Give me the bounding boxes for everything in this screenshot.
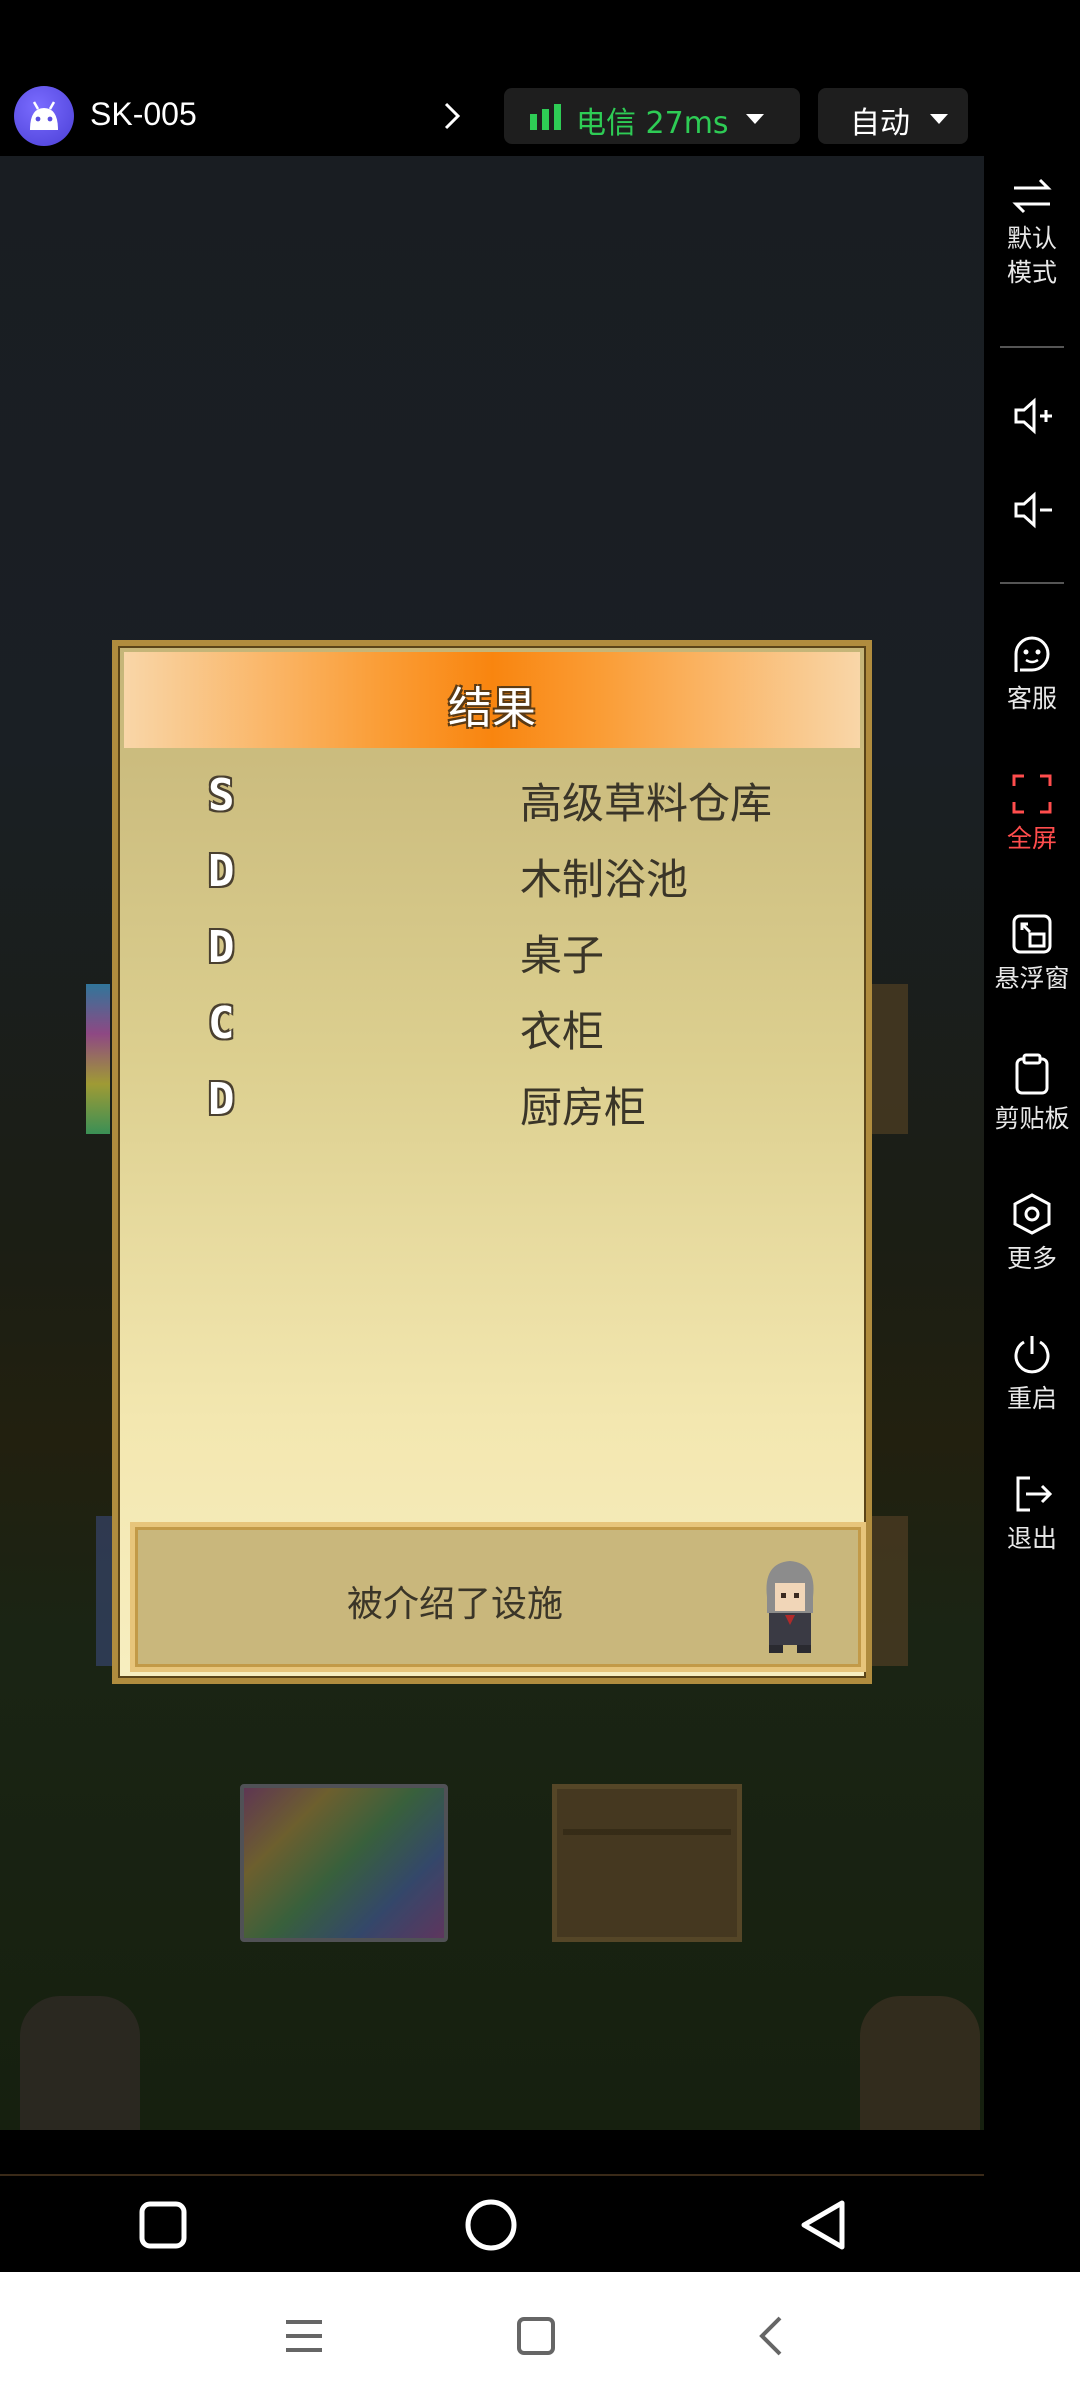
clipboard-button[interactable]: 剪贴板 (984, 1052, 1080, 1136)
result-row: D 木制浴池 (118, 846, 878, 916)
chevron-right-icon[interactable] (438, 98, 466, 134)
menu-lines-icon[interactable] (282, 2316, 326, 2356)
system-navigation-bar (0, 2272, 1080, 2400)
clipboard-label: 剪贴板 (994, 1104, 1070, 1133)
result-row: S 高级草料仓库 (118, 770, 878, 840)
volume-down-button[interactable] (984, 490, 1080, 530)
caret-down-icon (930, 114, 948, 124)
power-icon (1014, 1336, 1050, 1374)
exit-button[interactable]: 退出 (984, 1472, 1080, 1556)
dialog-header: 结果 (124, 652, 860, 748)
default-mode-button[interactable]: 默认 模式 (984, 176, 1080, 290)
grade-label: D (208, 922, 235, 973)
quality-mode-selector[interactable]: 自动 (818, 88, 968, 144)
game-navigation-bar (0, 2176, 984, 2272)
character-right (860, 1996, 980, 2130)
result-row: D 桌子 (118, 922, 878, 992)
character-left (20, 1996, 140, 2130)
fullscreen-label: 全屏 (1006, 824, 1057, 853)
divider (1000, 346, 1064, 348)
swap-arrows-icon (1012, 178, 1052, 214)
floating-window-icon (1012, 914, 1052, 954)
restart-label: 重启 (1006, 1384, 1057, 1413)
caret-down-icon (746, 114, 764, 124)
default-mode-label: 默认 模式 (1006, 224, 1057, 287)
side-decoration (872, 1516, 908, 1666)
network-label: 电信 27ms (576, 106, 729, 141)
floating-window-button[interactable]: 悬浮窗 (984, 912, 1080, 996)
result-row: D 厨房柜 (118, 1074, 878, 1144)
facility-name: 衣柜 (520, 1007, 605, 1056)
side-decoration (86, 984, 110, 1134)
dialog-title: 结果 (448, 683, 536, 734)
clipboard-icon (1015, 1053, 1049, 1095)
grade-label: S (208, 770, 235, 821)
device-name[interactable]: SK-005 (90, 96, 197, 133)
divider (1000, 582, 1064, 584)
exit-icon (1016, 1476, 1053, 1512)
restart-button[interactable]: 重启 (984, 1332, 1080, 1416)
fullscreen-button[interactable]: 全屏 (984, 772, 1080, 856)
facility-name: 木制浴池 (520, 855, 689, 904)
wooden-chest[interactable] (552, 1784, 742, 1942)
square-icon[interactable] (138, 2200, 188, 2250)
more-button[interactable]: 更多 (984, 1192, 1080, 1276)
home-square-icon[interactable] (516, 2316, 556, 2356)
message-text: 被介绍了设施 (346, 1584, 563, 1625)
floating-window-label: 悬浮窗 (994, 964, 1070, 993)
customer-service-icon (1014, 636, 1050, 672)
signal-bars-icon (530, 104, 561, 130)
customer-service-label: 客服 (1006, 684, 1057, 713)
result-dialog: 结果 S 高级草料仓库 D 木制浴池 D 桌子 C 衣柜 D 厨房柜 被介绍了设… (112, 640, 872, 1684)
network-selector[interactable]: 电信 27ms (504, 88, 800, 144)
top-bar: SK-005 电信 27ms 自动 (0, 0, 984, 156)
message-box[interactable]: 被介绍了设施 (130, 1522, 866, 1672)
back-chevron-icon[interactable] (756, 2314, 786, 2358)
result-row: C 衣柜 (118, 998, 878, 1068)
hexagon-settings-icon (1013, 1193, 1051, 1235)
exit-label: 退出 (1006, 1524, 1057, 1553)
facility-name: 高级草料仓库 (520, 779, 773, 828)
volume-up-button[interactable] (984, 396, 1080, 436)
grade-label: D (208, 846, 235, 897)
android-avatar-icon[interactable] (14, 86, 74, 146)
fullscreen-icon (1012, 774, 1052, 814)
more-label: 更多 (1006, 1244, 1057, 1273)
volume-down-icon (1014, 491, 1052, 529)
rainbow-chest[interactable] (240, 1784, 448, 1942)
grade-label: D (208, 1074, 235, 1125)
volume-up-icon (1014, 397, 1052, 435)
mode-label: 自动 (850, 106, 910, 141)
grade-label: C (208, 998, 235, 1049)
facility-name: 厨房柜 (520, 1083, 647, 1132)
facility-name: 桌子 (520, 931, 605, 980)
triangle-back-icon[interactable] (798, 2198, 850, 2252)
circle-icon[interactable] (464, 2198, 518, 2252)
npc-portrait-icon (766, 1561, 814, 1653)
customer-service-button[interactable]: 客服 (984, 632, 1080, 716)
side-panel: 默认 模式 客服 全屏 悬浮窗 剪贴板 更多 重启 退出 (984, 156, 1080, 2130)
